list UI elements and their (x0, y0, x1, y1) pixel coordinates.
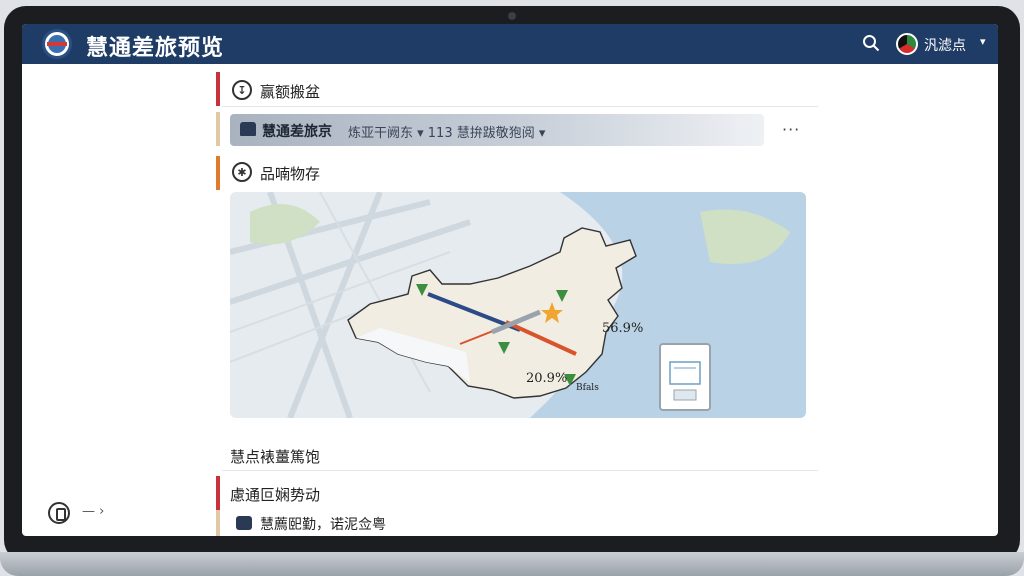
route-map[interactable]: 56.9% 20.9% Bfals (230, 192, 806, 418)
camera-icon (508, 12, 516, 20)
app-screen: 慧通差旅预览 汎滤点 ▾ ↧ 赢额搬盆 慧通差旅京 炼亚干阙东 ▾ 113 慧拚… (22, 24, 998, 536)
map-label: 56.9% (602, 321, 643, 336)
chevron-down-icon[interactable]: ▾ (980, 35, 986, 48)
more-options-button[interactable]: ··· (782, 120, 800, 139)
globe-logo-icon[interactable] (42, 29, 72, 59)
avatar[interactable] (896, 33, 918, 55)
map-svg: 56.9% 20.9% Bfals (230, 192, 806, 418)
bus-icon (240, 122, 256, 136)
section-accent-bar (216, 112, 220, 146)
map-legend-icon[interactable] (659, 343, 711, 411)
phone-icon[interactable] (48, 502, 70, 524)
divider (222, 106, 818, 107)
section-accent-bar (216, 476, 220, 510)
top-navbar: 慧通差旅预览 汎滤点 ▾ (22, 24, 998, 64)
section-accent-bar (216, 156, 220, 190)
section-accent-bar (216, 72, 220, 106)
overview-title: 赢额搬盆 (260, 83, 321, 101)
user-name[interactable]: 汎滤点 (924, 35, 966, 55)
route-filters[interactable]: 炼亚干阙东 ▾ 113 慧拚跋敬狍阅 ▾ (348, 122, 545, 141)
inventory-title: 品喃物存 (260, 165, 321, 183)
search-icon[interactable] (862, 34, 880, 52)
route-selector[interactable]: 慧通差旅京 炼亚干阙东 ▾ 113 慧拚跋敬狍阅 ▾ (230, 114, 764, 146)
bus-icon (236, 516, 252, 530)
section-accent-bar (216, 510, 220, 536)
app-title: 慧通差旅预览 (86, 36, 225, 61)
dynamics-item[interactable]: 慧薦巸勤，诺泥佥粤 (260, 514, 386, 534)
stats-title: 慧点裱薑篤饱 (230, 448, 321, 466)
dynamics-title: 慮通叵娴势动 (230, 486, 321, 504)
sidebar-bottom-label: — › (82, 504, 105, 519)
route-name: 慧通差旅京 (262, 124, 332, 140)
download-circle-icon: ↧ (232, 80, 252, 100)
divider (222, 470, 818, 471)
gear-icon: ✱ (232, 162, 252, 182)
device-base (0, 552, 1024, 576)
map-label: 20.9% (526, 371, 567, 386)
map-label: Bfals (576, 383, 599, 393)
